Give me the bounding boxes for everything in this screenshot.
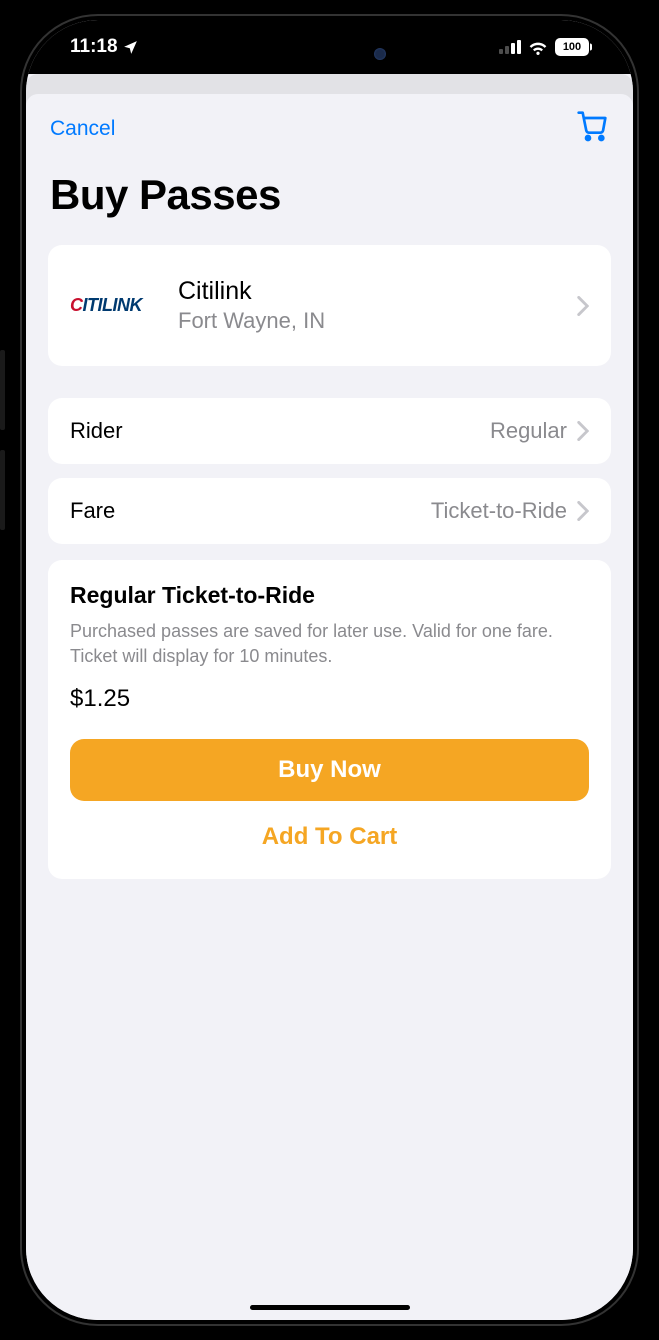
pass-description: Purchased passes are saved for later use… bbox=[70, 619, 589, 669]
fare-selector[interactable]: Fare Ticket-to-Ride bbox=[48, 478, 611, 544]
agency-selector[interactable]: CITILINK Citilink Fort Wayne, IN bbox=[48, 245, 611, 366]
phone-frame: 11:18 100 bbox=[0, 0, 659, 1340]
page-title: Buy Passes bbox=[26, 147, 633, 245]
chevron-right-icon bbox=[577, 296, 589, 316]
rider-label: Rider bbox=[70, 418, 123, 444]
chevron-right-icon bbox=[577, 501, 589, 521]
modal-sheet: Cancel Buy Passes CITILINK bbox=[26, 94, 633, 1320]
agency-location: Fort Wayne, IN bbox=[178, 308, 561, 334]
chevron-right-icon bbox=[577, 421, 589, 441]
pass-price: $1.25 bbox=[70, 685, 589, 713]
fare-value: Ticket-to-Ride bbox=[431, 498, 567, 524]
wifi-icon bbox=[528, 40, 548, 55]
camera-icon bbox=[374, 48, 386, 60]
status-time: 11:18 bbox=[70, 36, 118, 58]
agency-name: Citilink bbox=[178, 277, 561, 306]
buy-now-button[interactable]: Buy Now bbox=[70, 739, 589, 801]
cellular-signal-icon bbox=[499, 40, 521, 54]
location-arrow-icon bbox=[122, 39, 139, 56]
volume-up-button bbox=[0, 350, 5, 430]
fare-label: Fare bbox=[70, 498, 115, 524]
agency-logo: CITILINK bbox=[70, 294, 162, 318]
pass-detail-card: Regular Ticket-to-Ride Purchased passes … bbox=[48, 560, 611, 879]
dynamic-island bbox=[260, 34, 400, 74]
cancel-button[interactable]: Cancel bbox=[50, 117, 115, 141]
home-indicator[interactable] bbox=[250, 1305, 410, 1310]
battery-indicator: 100 bbox=[555, 38, 589, 56]
add-to-cart-button[interactable]: Add To Cart bbox=[70, 801, 589, 857]
pass-title: Regular Ticket-to-Ride bbox=[70, 582, 589, 609]
volume-down-button bbox=[0, 450, 5, 530]
rider-value: Regular bbox=[490, 418, 567, 444]
cart-icon bbox=[575, 110, 609, 142]
rider-selector[interactable]: Rider Regular bbox=[48, 398, 611, 464]
cart-button[interactable] bbox=[575, 110, 609, 147]
